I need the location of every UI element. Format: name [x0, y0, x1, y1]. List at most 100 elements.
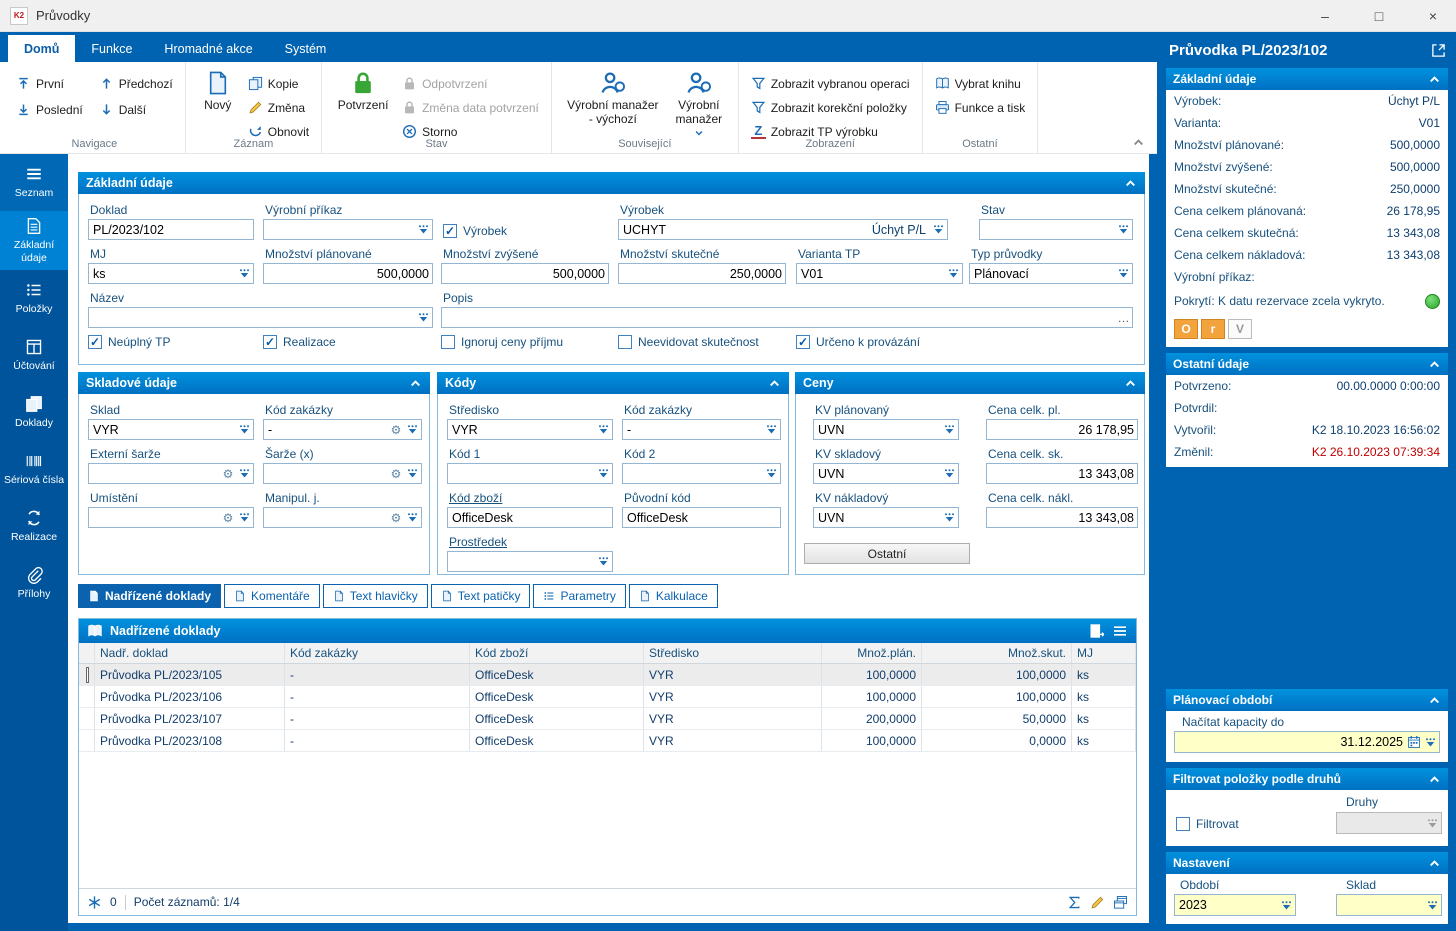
- ellipsis-button[interactable]: …: [1116, 308, 1132, 327]
- puvodni-kod-input[interactable]: OfficeDesk: [622, 507, 781, 528]
- field-label-link[interactable]: Kód zboží: [447, 491, 613, 505]
- sidebar-item-realizace[interactable]: Realizace: [0, 498, 68, 555]
- collapse-icon[interactable]: [1428, 694, 1441, 707]
- dropdown-icon[interactable]: [930, 220, 947, 239]
- cena-celk-sk-input[interactable]: 13 343,08: [986, 463, 1138, 484]
- collapse-icon[interactable]: [1428, 358, 1441, 371]
- select-book-button[interactable]: Vybrat knihu: [932, 72, 1029, 95]
- close-button[interactable]: ×: [1410, 0, 1456, 31]
- column-header[interactable]: Kód zboží: [470, 643, 644, 663]
- collapse-icon[interactable]: [1428, 857, 1441, 870]
- table-row[interactable]: Průvodka PL/2023/106 - OfficeDesk VYR 10…: [79, 686, 1136, 708]
- column-header[interactable]: MJ: [1072, 643, 1136, 663]
- vyrobni-prikaz-input[interactable]: [263, 219, 433, 240]
- varianta-tp-input[interactable]: V01: [796, 263, 963, 284]
- r-button[interactable]: r: [1201, 319, 1225, 339]
- functions-print-button[interactable]: Funkce a tisk: [932, 96, 1029, 119]
- tab-text-hlavicky[interactable]: Text hlavičky: [322, 584, 428, 608]
- copy-button[interactable]: Kopie: [245, 72, 312, 95]
- column-header[interactable]: Kód zakázky: [285, 643, 470, 663]
- dropdown-icon[interactable]: [595, 420, 612, 439]
- production-manager-button[interactable]: Výrobní manažer: [669, 68, 729, 142]
- dropdown-icon[interactable]: [236, 420, 253, 439]
- panel-section-header[interactable]: Základní údaje: [1166, 68, 1448, 90]
- ostatni-button[interactable]: Ostatní: [804, 543, 970, 564]
- kod-zakazky-input[interactable]: - ⚙: [263, 419, 422, 440]
- tab-nadrizene-doklady[interactable]: Nadřízené doklady: [78, 584, 222, 608]
- table-row[interactable]: Průvodka PL/2023/105 - OfficeDesk VYR 10…: [79, 664, 1136, 686]
- expand-panel-icon[interactable]: [1431, 43, 1446, 58]
- section-header[interactable]: Kódy: [437, 372, 789, 394]
- panel-section-header[interactable]: Ostatní údaje: [1166, 353, 1448, 375]
- dropdown-icon[interactable]: [763, 420, 780, 439]
- vyrobek-input[interactable]: UCHYT Úchyt P/L: [618, 219, 948, 240]
- dropdown-icon[interactable]: [415, 220, 432, 239]
- field-label-link[interactable]: Prostředek: [447, 535, 613, 549]
- collapse-icon[interactable]: [1428, 773, 1441, 786]
- gear-icon[interactable]: ⚙: [220, 508, 236, 527]
- dropdown-icon[interactable]: [941, 420, 958, 439]
- filtrovat-checkbox[interactable]: Filtrovat: [1176, 817, 1239, 831]
- cena-celk-pl-input[interactable]: 26 178,95: [986, 419, 1138, 440]
- show-correction-items-button[interactable]: Zobrazit korekční položky: [748, 96, 913, 119]
- checkbox-urceno-k-provazani[interactable]: Určeno k provázání: [796, 335, 920, 349]
- last-button[interactable]: Poslední: [13, 98, 86, 121]
- checkbox-box[interactable]: [263, 335, 277, 349]
- checkbox-box[interactable]: [796, 335, 810, 349]
- change-button[interactable]: Změna: [245, 96, 312, 119]
- checkbox-box[interactable]: [443, 224, 457, 238]
- section-header[interactable]: Základní údaje: [78, 172, 1145, 194]
- section-header[interactable]: Ceny: [795, 372, 1145, 394]
- grid-menu-icon[interactable]: [1112, 623, 1128, 639]
- dropdown-icon[interactable]: [404, 508, 421, 527]
- collapse-icon[interactable]: [1428, 73, 1441, 86]
- vyrobek-checkbox[interactable]: Výrobek: [443, 224, 507, 238]
- checkbox-realizace[interactable]: Realizace: [263, 335, 336, 349]
- dropdown-icon[interactable]: [595, 552, 612, 571]
- v-button[interactable]: V: [1228, 319, 1252, 339]
- collapse-icon[interactable]: [1124, 177, 1137, 190]
- change-confirm-date-button[interactable]: Změna data potvrzení: [399, 96, 542, 119]
- capacity-date-input[interactable]: 31.12.2025: [1174, 731, 1440, 753]
- sidebar-item-prilohy[interactable]: Přílohy: [0, 555, 68, 612]
- dropdown-icon[interactable]: [236, 264, 253, 283]
- mnozstvi-planovane-input[interactable]: 500,0000: [263, 263, 433, 284]
- mnozstvi-zvysene-input[interactable]: 500,0000: [441, 263, 609, 284]
- tab-text-paticky[interactable]: Text patičky: [430, 584, 531, 608]
- dropdown-icon[interactable]: [404, 464, 421, 483]
- sidebar-item-polozky[interactable]: Položky: [0, 270, 68, 327]
- prostredek-input[interactable]: [447, 551, 613, 572]
- sidebar-item-seriova-cisla[interactable]: Sériová čísla: [0, 441, 68, 498]
- panel-section-header[interactable]: Plánovací období: [1166, 689, 1448, 711]
- section-header[interactable]: Skladové údaje: [78, 372, 430, 394]
- checkbox-neuplny-tp[interactable]: Neúplný TP: [88, 335, 170, 349]
- show-selected-operation-button[interactable]: Zobrazit vybranou operaci: [748, 72, 913, 95]
- dropdown-icon[interactable]: [763, 464, 780, 483]
- kod-1-input[interactable]: [447, 463, 613, 484]
- collapse-icon[interactable]: [768, 377, 781, 390]
- druhy-select[interactable]: [1336, 812, 1442, 834]
- column-header[interactable]: Množ.skut.: [922, 643, 1072, 663]
- mnozstvi-skutecne-input[interactable]: 250,0000: [618, 263, 786, 284]
- dropdown-icon[interactable]: [941, 508, 958, 527]
- ribbon-tab-funkce[interactable]: Funkce: [75, 35, 148, 62]
- calendar-icon[interactable]: [1405, 732, 1422, 752]
- externi-sarze-input[interactable]: ⚙: [88, 463, 254, 484]
- kod-zbozi-input[interactable]: OfficeDesk: [447, 507, 613, 528]
- ribbon-tab-system[interactable]: Systém: [269, 35, 343, 62]
- sidebar-item-uctovani[interactable]: Účtování: [0, 327, 68, 384]
- maximize-button[interactable]: □: [1356, 0, 1402, 31]
- dropdown-icon[interactable]: [1278, 895, 1295, 915]
- previous-button[interactable]: Předchozí: [96, 72, 176, 95]
- checkbox-box[interactable]: [441, 335, 455, 349]
- confirm-button[interactable]: Potvrzení: [331, 68, 395, 115]
- collapse-icon[interactable]: [409, 377, 422, 390]
- gear-icon[interactable]: ⚙: [388, 508, 404, 527]
- panel-section-header[interactable]: Filtrovat položky podle druhů: [1166, 768, 1448, 790]
- doklad-input[interactable]: PL/2023/102: [88, 219, 254, 240]
- kv-planovany-input[interactable]: UVN: [813, 419, 959, 440]
- checkbox-box[interactable]: [1176, 817, 1190, 831]
- sidebar-item-zakladni-udaje[interactable]: Základní údaje: [0, 211, 68, 271]
- mj-input[interactable]: ks: [88, 263, 254, 284]
- stav-input[interactable]: [979, 219, 1133, 240]
